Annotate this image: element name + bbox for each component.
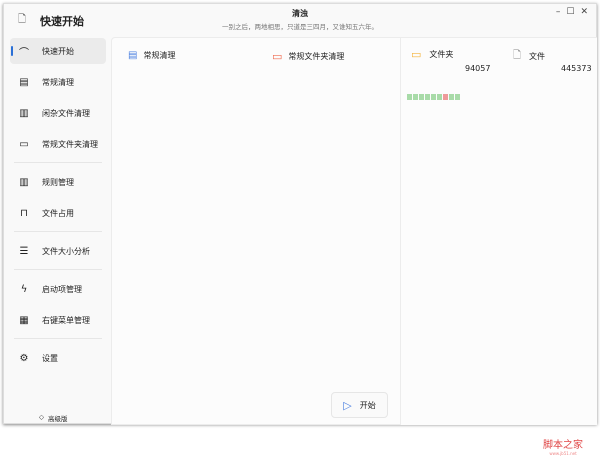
watermark: 脚本之家 www.jb51.net [543, 440, 583, 456]
option-folder-clean[interactable]: ▭ 常规文件夹清理 [272, 50, 344, 63]
list-box-icon: ▤ [128, 50, 138, 61]
scan-block [443, 94, 448, 100]
divider [14, 231, 102, 232]
scan-block [413, 94, 418, 100]
start-button[interactable]: ▷ 开始 [331, 392, 388, 418]
rules-icon: ▥ [19, 176, 29, 188]
main-panel: ▤ 常规清理 ▭ 常规文件夹清理 ▷ 开始 [111, 37, 401, 425]
header-title: 清浊 [292, 9, 308, 18]
stats-panel: ▭ 文件夹 94057 🗋 文件 445373 脚本之家 www.jb51.net [401, 37, 597, 456]
sidebar-item-5[interactable]: ⊓ 文件占用 [10, 200, 106, 226]
scan-block [431, 94, 436, 100]
folder-icon: ▭ [411, 48, 422, 61]
gauge-icon: ⌒ [19, 47, 29, 59]
sidebar-item-label: 文件占用 [42, 208, 74, 218]
option-regular-clean[interactable]: ▤ 常规清理 [128, 50, 175, 61]
file-icon: 🗋 [513, 50, 522, 61]
sidebar-item-1[interactable]: ▤ 常规清理 [10, 69, 106, 95]
scan-block [419, 94, 424, 100]
sidebar-item-8[interactable]: ▦ 右键菜单管理 [10, 307, 106, 333]
header: 清浊 一别之后，两地相思，只道是三四月，又谁知五六年。 [4, 8, 596, 31]
scan-block [449, 94, 454, 100]
sidebar-item-4[interactable]: ▥ 规则管理 [10, 169, 106, 195]
scan-blocks [407, 94, 460, 100]
sidebar-item-label: 设置 [42, 353, 58, 363]
divider [14, 338, 102, 339]
sidebar-item-label: 右键菜单管理 [42, 315, 90, 325]
sidebar-item-6[interactable]: ☰ 文件大小分析 [10, 238, 106, 264]
sidebar-item-label: 启动项管理 [42, 284, 82, 294]
calculator-icon: ▦ [19, 314, 29, 326]
close-button[interactable]: ✕ [580, 7, 588, 17]
sidebar-item-0[interactable]: ⌒ 快速开始 [10, 38, 106, 64]
maximize-button[interactable]: ☐ [566, 7, 574, 17]
divider [14, 162, 102, 163]
list-box-icon: ▤ [19, 76, 29, 88]
scan-block [425, 94, 430, 100]
scan-block [407, 94, 412, 100]
minimize-button[interactable]: – [556, 7, 561, 17]
sidebar-item-7[interactable]: ϟ 启动项管理 [10, 276, 106, 302]
diamond-icon: ◇ [39, 413, 44, 421]
scan-block [437, 94, 442, 100]
sidebar-item-label: 常规文件夹清理 [42, 139, 98, 149]
edition-label[interactable]: ◇ 高级版 [39, 413, 68, 423]
sidebar: ⌒ 快速开始 ▤ 常规清理 ▥ 闲杂文件清理 ▭ 常规文件夹清理 ▥ 规则管理 ⊓ 文件占用 ☰ 文件大小… [10, 38, 106, 376]
divider [14, 269, 102, 270]
play-icon: ▷ [343, 398, 352, 412]
sidebar-item-label: 闲杂文件清理 [42, 108, 90, 118]
header-subtitle: 一别之后，两地相思，只道是三四月，又谁知五六年。 [222, 23, 378, 31]
scan-block [455, 94, 460, 100]
sidebar-item-label: 规则管理 [42, 177, 74, 187]
sidebar-item-2[interactable]: ▥ 闲杂文件清理 [10, 100, 106, 126]
sidebar-item-label: 文件大小分析 [42, 246, 90, 256]
lock-icon: ⊓ [20, 207, 28, 219]
app-window: 🗋 快速开始 清浊 一别之后，两地相思，只道是三四月，又谁知五六年。 – ☐ ✕… [3, 3, 597, 456]
list-icon: ☰ [19, 245, 29, 257]
sidebar-item-9[interactable]: ⚙ 设置 [10, 345, 106, 371]
folders-stat: ▭ 文件夹 [411, 48, 454, 61]
folder-icon: ▭ [272, 50, 283, 63]
folders-count: 94057 [465, 64, 491, 73]
sidebar-item-label: 常规清理 [42, 77, 74, 87]
chart-file-icon: ▥ [19, 107, 29, 119]
gear-icon: ⚙ [19, 352, 29, 364]
files-stat: 🗋 文件 [513, 48, 545, 65]
folder-icon: ▭ [19, 138, 29, 150]
sidebar-item-label: 快速开始 [42, 46, 74, 56]
lightning-icon: ϟ [20, 283, 28, 295]
sidebar-item-3[interactable]: ▭ 常规文件夹清理 [10, 131, 106, 157]
files-count: 445373 [561, 64, 592, 73]
